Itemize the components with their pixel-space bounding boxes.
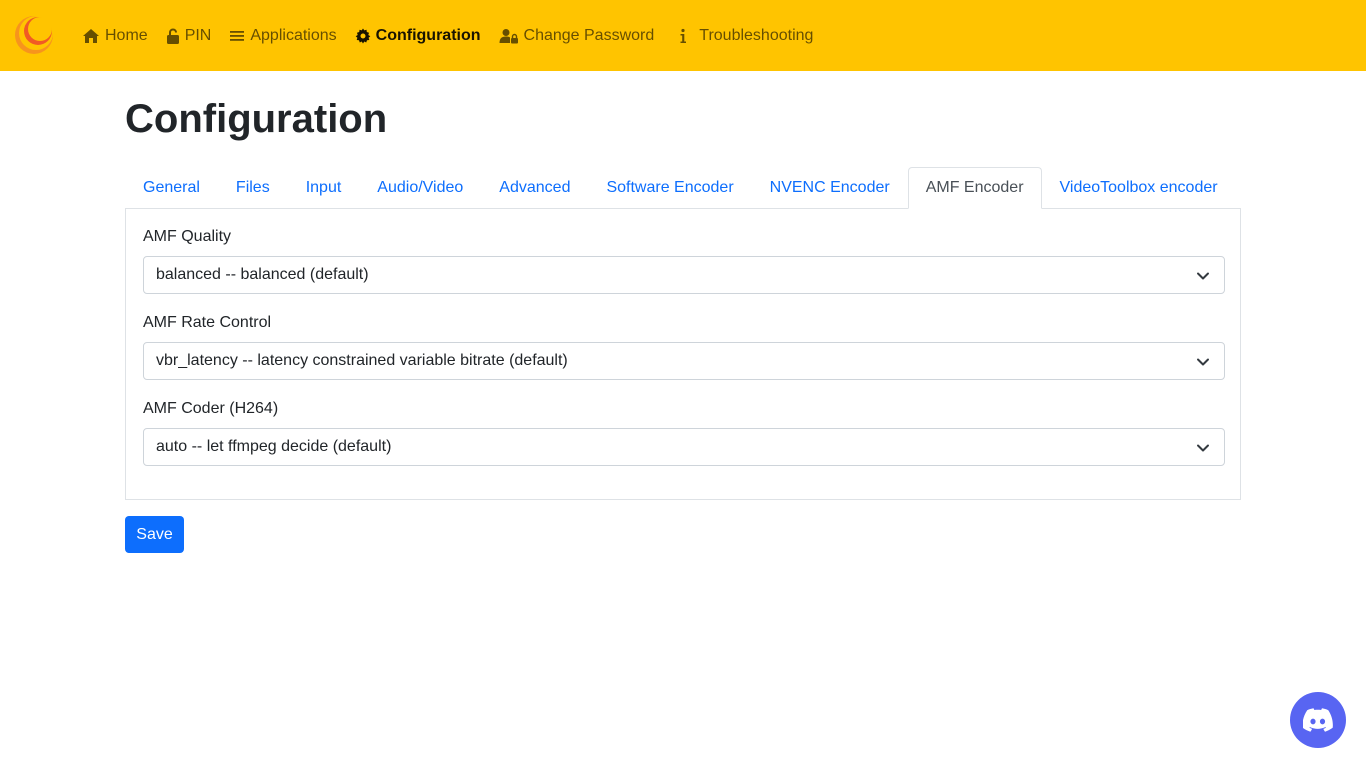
- nav-label-configuration: Configuration: [375, 26, 481, 44]
- nav-label-change-password: Change Password: [523, 26, 655, 44]
- amf-quality-label: AMF Quality: [143, 228, 232, 245]
- sunshine-logo[interactable]: [13, 13, 57, 57]
- tab-general[interactable]: General: [125, 167, 218, 209]
- discord-button[interactable]: [1290, 692, 1346, 748]
- tab-amf-encoder[interactable]: AMF Encoder: [907, 167, 1042, 209]
- user-lock-icon: [499, 28, 518, 43]
- nav-label-home: Home: [105, 26, 148, 44]
- tab-files[interactable]: Files: [218, 167, 288, 209]
- nav-label-pin: PIN: [184, 26, 212, 44]
- nav-list: Home PIN Applications Configuration Chan…: [82, 0, 831, 71]
- top-navbar: Home PIN Applications Configuration Chan…: [0, 0, 1366, 71]
- list-icon: [230, 30, 245, 41]
- nav-item-applications[interactable]: Applications: [229, 26, 337, 46]
- amf-quality-value: balanced -- balanced (default): [156, 266, 369, 283]
- chevron-down-icon: [1197, 358, 1209, 366]
- nav-label-troubleshooting: Troubleshooting: [699, 26, 814, 44]
- discord-icon: [1303, 708, 1333, 732]
- nav-item-pin[interactable]: PIN: [166, 26, 212, 46]
- tab-videotoolbox-encoder[interactable]: VideoToolbox encoder: [1042, 167, 1236, 209]
- save-button[interactable]: Save: [125, 516, 184, 553]
- amf-rate-control-select[interactable]: vbr_latency -- latency constrained varia…: [143, 342, 1225, 380]
- amf-encoder-panel: AMF Quality balanced -- balanced (defaul…: [125, 208, 1241, 500]
- config-tabs: General Files Input Audio/Video Advanced…: [125, 167, 1241, 209]
- amf-coder-select[interactable]: auto -- let ffmpeg decide (default): [143, 428, 1225, 466]
- chevron-down-icon: [1197, 272, 1209, 280]
- amf-quality-select[interactable]: balanced -- balanced (default): [143, 256, 1225, 294]
- home-icon: [83, 28, 99, 43]
- unlock-icon: [166, 28, 179, 44]
- tab-advanced[interactable]: Advanced: [481, 167, 588, 209]
- tab-software-encoder[interactable]: Software Encoder: [588, 167, 751, 209]
- nav-label-applications: Applications: [250, 26, 337, 44]
- tab-nvenc-encoder[interactable]: NVENC Encoder: [752, 167, 908, 209]
- amf-coder-value: auto -- let ffmpeg decide (default): [156, 438, 392, 455]
- amf-rate-control-label: AMF Rate Control: [143, 314, 272, 331]
- tab-audio-video[interactable]: Audio/Video: [359, 167, 481, 209]
- page-title: Configuration: [125, 97, 388, 141]
- nav-item-change-password[interactable]: Change Password: [499, 26, 655, 46]
- nav-item-configuration[interactable]: Configuration: [355, 26, 481, 46]
- nav-item-home[interactable]: Home: [82, 26, 148, 46]
- amf-coder-label: AMF Coder (H264): [143, 400, 279, 417]
- nav-item-troubleshooting[interactable]: Troubleshooting: [672, 26, 813, 46]
- amf-rate-control-value: vbr_latency -- latency constrained varia…: [156, 352, 568, 369]
- tab-input[interactable]: Input: [288, 167, 360, 209]
- chevron-down-icon: [1197, 444, 1209, 452]
- gear-icon: [355, 28, 370, 43]
- info-icon: [680, 28, 687, 43]
